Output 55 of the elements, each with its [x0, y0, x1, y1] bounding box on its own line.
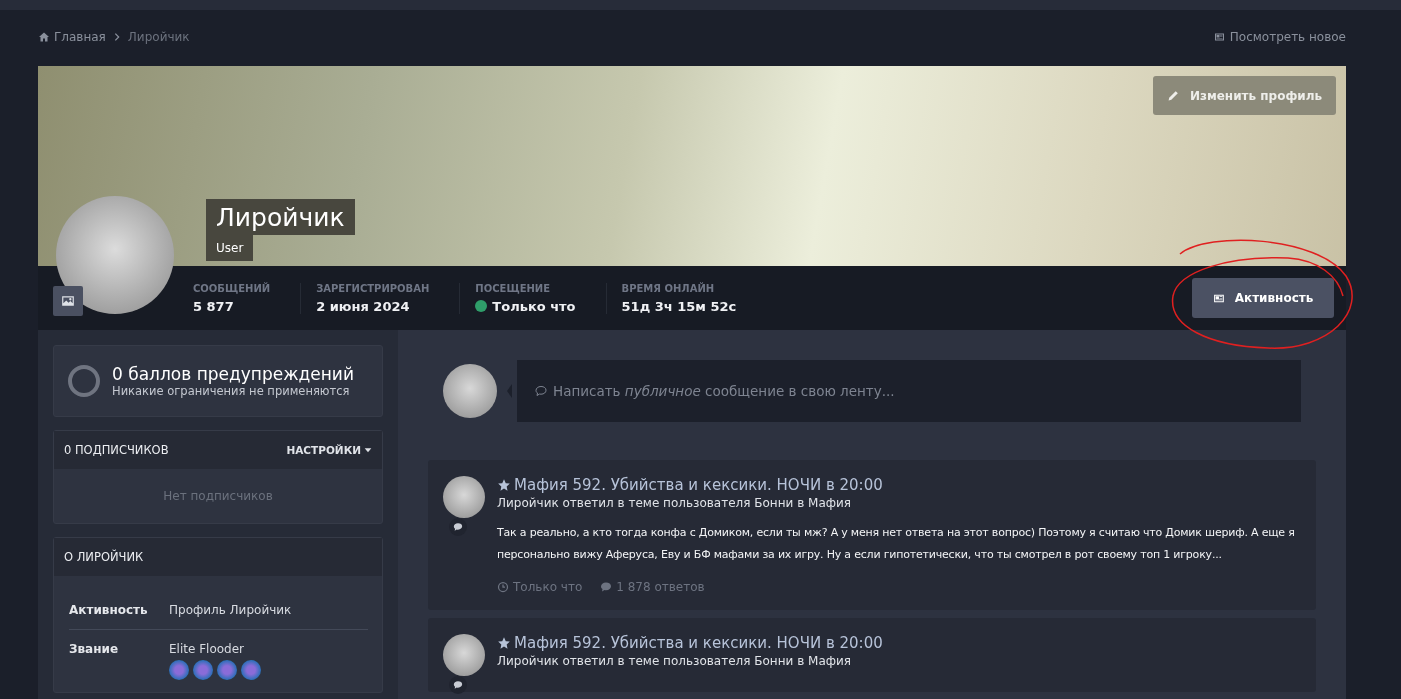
placeholder-text: Написать публичное сообщение в свою ленту... — [553, 383, 895, 399]
field-value: Профиль Лиройчик — [169, 603, 292, 617]
home-icon — [38, 31, 50, 43]
star-icon — [497, 636, 511, 650]
speech-bubble-icon — [453, 680, 463, 690]
stat-value: 5 877 — [193, 298, 235, 314]
topic-link[interactable]: Мафия 592. Убийства и кексики. НОЧИ в 20:00 — [497, 634, 1304, 652]
stat-label: ПОСЕЩЕНИЕ — [475, 282, 552, 294]
stat-value: 2 июня 2024 — [316, 298, 411, 314]
newspaper-icon — [1213, 31, 1226, 43]
rank-badge-icon — [193, 660, 213, 680]
star-icon — [497, 478, 511, 492]
field-label: Активность — [69, 603, 149, 617]
warnings-title: 0 баллов предупреждений — [112, 364, 354, 384]
avatar-placeholder — [443, 364, 497, 418]
image-icon — [61, 294, 75, 308]
caret-down-icon — [364, 446, 372, 454]
stat-label: ЗАРЕГИСТРИРОВАН — [316, 282, 430, 294]
pencil-icon — [1166, 89, 1180, 102]
followers-title: 0 ПОДПИСЧИКОВ — [64, 443, 169, 457]
speech-bubble-icon — [535, 385, 547, 397]
activity-subtitle: Лиройчик ответил в теме пользователя Бонни в Мафия — [497, 496, 852, 510]
clock-icon — [497, 581, 509, 593]
avatar-placeholder — [443, 476, 485, 518]
reply-count: 1 878 ответов — [600, 580, 705, 594]
user-group-label: User — [206, 235, 254, 261]
breadcrumb-link[interactable]: Главная — [38, 30, 106, 44]
empty-message: Нет подписчиков — [162, 488, 274, 505]
breadcrumb-link[interactable]: Лиройчик — [127, 30, 190, 44]
edit-profile-button[interactable]: Изменить профиль — [1153, 76, 1336, 115]
stat-value: 51д 3ч 15м 52с — [621, 298, 737, 314]
post-excerpt: Так а реально, а кто тогда конфа с Домиком, если ты мж? А у меня нет ответа на этот вопрос) Поэтому я считаю что Домик шериф. А еще я персонально вижу Аферуса, Еву и БФ мафами за их игру. Ну а если гипотетически, что ты смотрел в рот своему топ 1 игроку... — [497, 525, 1296, 563]
stat-label: ВРЕМЯ ОНЛАЙН — [621, 282, 716, 294]
rank-badge-icon — [169, 660, 189, 680]
warnings-subtitle: Никакие ограничения не применяются — [112, 384, 351, 398]
ring-icon — [68, 365, 100, 397]
rank-badge-icon — [217, 660, 237, 680]
settings-link[interactable]: НАСТРОЙКИ — [286, 444, 372, 456]
profile-name: Лиройчик — [206, 199, 355, 235]
stat-label: СООБЩЕНИЙ — [193, 282, 271, 294]
avatar-placeholder — [443, 634, 485, 676]
post-time: Только что — [497, 580, 583, 594]
about-title: О ЛИРОЙЧИК — [64, 550, 144, 564]
field-label: Звание — [69, 642, 120, 658]
activity-subtitle: Лиройчик ответил в теме пользователя Бонни в Мафия — [497, 654, 852, 668]
change-cover-button[interactable] — [53, 286, 83, 316]
stat-value: Только что — [475, 298, 576, 314]
view-new-link[interactable]: Посмотреть новое — [1213, 30, 1346, 44]
field-value: Elite Flooder — [169, 642, 245, 656]
topic-link[interactable]: Мафия 592. Убийства и кексики. НОЧИ в 20:00 — [497, 476, 1304, 494]
speech-bubble-icon — [453, 522, 463, 532]
speech-bubble-icon — [600, 581, 613, 593]
activity-button[interactable]: Активность — [1192, 278, 1334, 318]
online-dot-icon — [475, 300, 488, 312]
rank-badge-icon — [241, 660, 261, 680]
